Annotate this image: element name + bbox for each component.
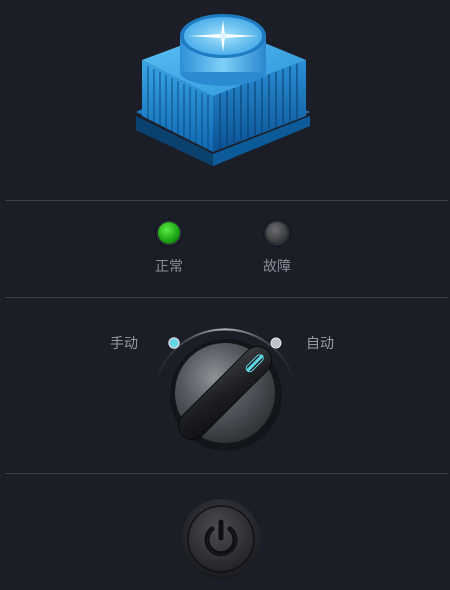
fault-indicator: 故障	[247, 222, 307, 276]
fault-label: 故障	[263, 259, 291, 275]
power-button[interactable]	[180, 498, 262, 580]
mode-selector-knob[interactable]	[150, 315, 300, 460]
divider-top	[5, 200, 448, 201]
fault-lamp	[266, 222, 288, 244]
cooling-tower-icon	[136, 14, 310, 166]
manual-position-dot	[168, 337, 180, 349]
divider-middle	[5, 297, 448, 298]
status-indicators: 正常 故障	[0, 222, 450, 292]
divider-bottom	[5, 473, 448, 474]
auto-position-dot	[270, 337, 282, 349]
manual-mode-label[interactable]: 手动	[110, 333, 138, 353]
auto-mode-label[interactable]: 自动	[306, 333, 334, 353]
normal-lamp	[158, 222, 180, 244]
normal-indicator: 正常	[139, 222, 199, 276]
normal-label: 正常	[155, 259, 183, 275]
cooling-tower-panel: 正常 故障 手动 自动	[0, 0, 450, 590]
